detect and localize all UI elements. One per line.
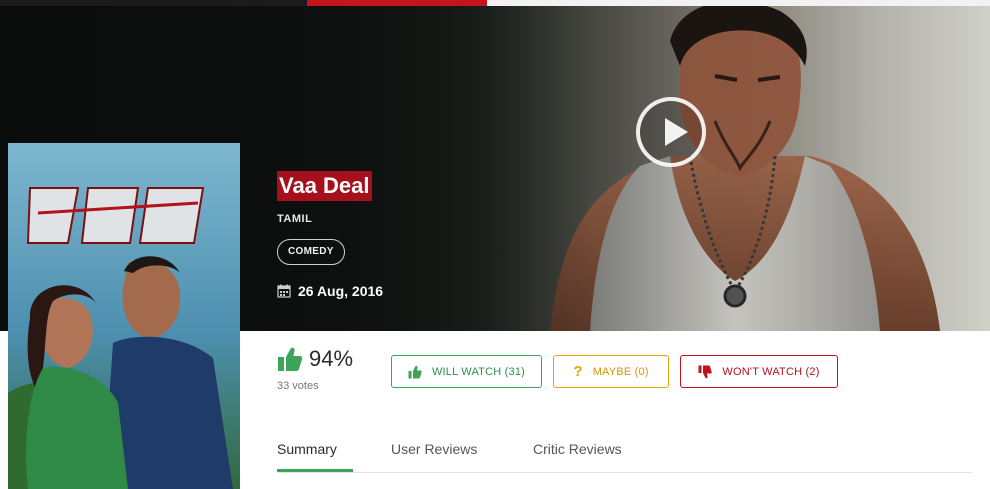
movie-title: Vaa Deal <box>277 171 372 201</box>
thumbs-down-icon <box>698 365 713 378</box>
wont-watch-button[interactable]: WON'T WATCH (2) <box>680 355 838 388</box>
question-icon: ? <box>573 363 583 380</box>
active-tab-indicator <box>277 469 353 472</box>
genre-tag[interactable]: COMEDY <box>277 239 345 265</box>
rating-percent: 94% <box>309 346 354 371</box>
review-tabs: Summary User Reviews Critic Reviews <box>277 430 972 473</box>
vote-count: 33 votes <box>277 380 319 392</box>
maybe-label: MAYBE (0) <box>592 365 649 378</box>
movie-language: TAMIL <box>277 213 313 225</box>
wont-watch-label: WON'T WATCH (2) <box>722 365 820 378</box>
tab-user-reviews[interactable]: User Reviews <box>391 441 477 457</box>
movie-detail-page: Vaa Deal TAMIL COMEDY 26 Aug, 2016 94% 3… <box>0 0 990 489</box>
play-icon <box>665 118 688 146</box>
will-watch-button[interactable]: WILL WATCH (31) <box>391 355 542 388</box>
movie-poster <box>8 143 240 489</box>
play-trailer-button[interactable] <box>636 97 706 167</box>
thumbs-up-icon <box>408 365 422 378</box>
calendar-icon <box>277 284 291 298</box>
rating-summary: 94% <box>277 346 353 372</box>
thumbs-up-icon <box>278 347 303 371</box>
release-date: 26 Aug, 2016 <box>298 283 384 299</box>
release-info: 26 Aug, 2016 <box>277 283 383 299</box>
maybe-button[interactable]: ? MAYBE (0) <box>553 355 669 388</box>
tab-summary[interactable]: Summary <box>277 441 337 457</box>
tab-critic-reviews[interactable]: Critic Reviews <box>533 441 622 457</box>
will-watch-label: WILL WATCH (31) <box>431 365 526 378</box>
